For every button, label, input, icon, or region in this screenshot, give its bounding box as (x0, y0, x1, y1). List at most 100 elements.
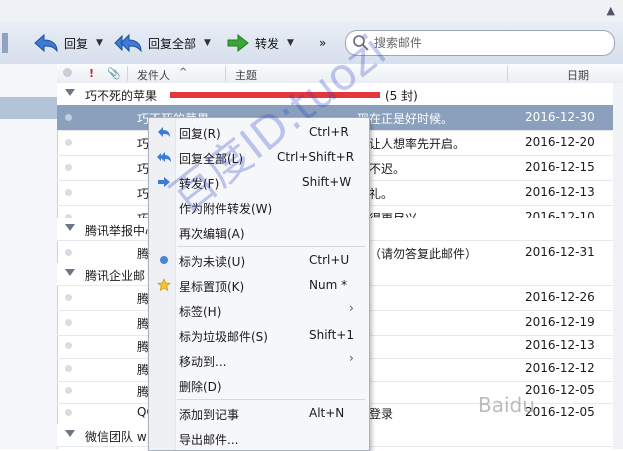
menu-item-forward[interactable]: 转发(F) Shift+W (149, 170, 369, 194)
menu-item-shortcut: Alt+N (309, 406, 345, 420)
forward-icon (158, 177, 170, 187)
menu-item-star-pin[interactable]: 星标置顶(K) Num * (149, 273, 369, 297)
menu-item-label: 再次编辑(A) (179, 227, 245, 241)
column-separator (507, 66, 508, 81)
reply-button[interactable]: 回复 ▼ (2, 31, 103, 55)
menu-item-tags[interactable]: 标签(H) › (149, 298, 369, 322)
reply-dropdown-icon[interactable]: ▼ (96, 38, 103, 48)
menu-item-mark-unread[interactable]: 标为未读(U) Ctrl+U (149, 248, 369, 272)
toolbar: 回复 ▼ 回复全部 ▼ 转发 ▼ » (0, 22, 623, 65)
menu-item-export[interactable]: 导出邮件... (149, 426, 369, 450)
mail-subject: 现在正是好时候。 (357, 112, 454, 126)
folder-pane[interactable] (0, 64, 58, 449)
reply-all-button[interactable]: 回复全部 ▼ (113, 31, 211, 55)
menu-item-shortcut: Ctrl+U (309, 253, 350, 267)
read-status-icon[interactable] (65, 114, 72, 121)
menu-item-label: 标为未读(U) (179, 255, 246, 269)
menu-separator (177, 246, 365, 247)
forward-icon (227, 33, 249, 53)
mail-date: 2016-12-15 (525, 160, 595, 174)
collapse-triangle-icon[interactable] (65, 89, 75, 96)
menu-item-forward-as-attachment[interactable]: 作为附件转发(W) (149, 195, 369, 219)
group-count: (5 封) (385, 89, 418, 103)
read-status-icon[interactable] (65, 365, 72, 372)
read-status-icon[interactable] (65, 387, 72, 394)
menu-item-label: 添加到记事 (179, 408, 240, 422)
date-column-header[interactable]: 日期 (567, 67, 589, 83)
reply-all-label: 回复全部 (148, 36, 197, 51)
unread-dot-icon (160, 256, 168, 264)
menu-item-reply[interactable]: 回复(R) Ctrl+R (149, 120, 369, 144)
mail-date: 2016-12-13 (525, 185, 595, 199)
mail-date: 2016-12-20 (525, 135, 595, 149)
mail-date: 2016-12-13 (525, 338, 595, 352)
menu-item-delete[interactable]: 删除(D) (149, 373, 369, 397)
star-icon (157, 278, 171, 292)
flag-column-icon[interactable]: ! (89, 67, 94, 80)
menu-item-add-to-notes[interactable]: 添加到记事 Alt+N (149, 401, 369, 425)
column-header: ! 📎 发件人 ^ 主题 日期 (57, 64, 623, 84)
read-status-icon[interactable] (65, 294, 72, 301)
submenu-arrow-icon: › (349, 301, 354, 315)
read-status-icon[interactable] (65, 189, 72, 196)
reply-icon (34, 33, 58, 53)
redaction-bar (170, 92, 380, 98)
menu-item-label: 转发(F) (179, 177, 220, 191)
read-status-icon[interactable] (65, 249, 72, 256)
mail-date: 2016-12-26 (525, 290, 595, 304)
menu-item-label: 回复全部(L) (179, 152, 244, 166)
collapse-triangle-icon[interactable] (65, 269, 75, 276)
read-status-icon[interactable] (65, 342, 72, 349)
forward-button[interactable]: 转发 ▼ (226, 31, 294, 55)
read-status-column-icon[interactable] (63, 68, 72, 77)
read-status-icon[interactable] (65, 319, 72, 326)
mail-date: 2016-12-19 (525, 315, 595, 329)
mail-date: 2016-12-12 (525, 361, 595, 375)
menu-item-label: 移动到... (179, 355, 227, 369)
menu-item-label: 回复(R) (179, 127, 221, 141)
mail-subject: 果（请勿答复此邮件） (357, 247, 478, 261)
folder-pane-selection (0, 97, 57, 119)
group-label: 微信团队 w (85, 430, 147, 444)
forward-label: 转发 (255, 36, 280, 51)
read-status-icon[interactable] (65, 164, 72, 171)
title-strip: ▲ (0, 0, 623, 22)
menu-item-label: 标为垃圾邮件(S) (179, 330, 268, 344)
vertical-scrollbar[interactable] (613, 83, 623, 449)
menu-item-label: 导出邮件... (179, 433, 239, 447)
toolbar-edge (2, 33, 8, 53)
mail-date: 2016-12-31 (525, 245, 595, 259)
search-box[interactable] (345, 30, 615, 56)
menu-item-label: 星标置顶(K) (179, 280, 245, 294)
sender-column-header[interactable]: 发件人 (137, 67, 170, 83)
context-menu: 回复(R) Ctrl+R 回复全部(L) Ctrl+Shift+R 转发(F) … (148, 117, 370, 451)
collapse-triangle-icon[interactable] (65, 430, 75, 437)
subject-column-header[interactable]: 主题 (235, 67, 257, 83)
baidu-logo: Baidu (478, 393, 535, 417)
mail-date: 2016-12-05 (525, 405, 595, 419)
attachment-column-icon[interactable]: 📎 (107, 67, 121, 80)
column-separator (225, 66, 226, 81)
reply-all-dropdown-icon[interactable]: ▼ (204, 38, 211, 48)
sort-ascending-icon: ^ (179, 67, 188, 78)
collapse-arrow-icon[interactable]: ▲ (607, 4, 615, 17)
collapse-triangle-icon[interactable] (65, 224, 75, 231)
menu-item-reply-all[interactable]: 回复全部(L) Ctrl+Shift+R (149, 145, 369, 169)
more-button[interactable]: » (319, 31, 326, 55)
read-status-icon[interactable] (65, 409, 72, 416)
forward-dropdown-icon[interactable]: ▼ (287, 38, 294, 48)
menu-separator (177, 399, 365, 400)
menu-item-edit-again[interactable]: 再次编辑(A) (149, 220, 369, 244)
menu-item-label: 标签(H) (179, 305, 222, 319)
menu-item-shortcut: Ctrl+R (309, 125, 349, 139)
read-status-icon[interactable] (65, 139, 72, 146)
menu-item-mark-spam[interactable]: 标为垃圾邮件(S) Shift+1 (149, 323, 369, 347)
reply-icon (158, 127, 170, 137)
search-input[interactable] (372, 35, 606, 51)
menu-item-move-to[interactable]: 移动到... › (149, 348, 369, 372)
reply-all-icon (157, 152, 171, 162)
group-label: 腾讯企业邮 (85, 269, 146, 283)
menu-item-shortcut: Ctrl+Shift+R (277, 150, 355, 164)
menu-item-shortcut: Num * (309, 278, 348, 292)
reply-label: 回复 (64, 36, 89, 51)
